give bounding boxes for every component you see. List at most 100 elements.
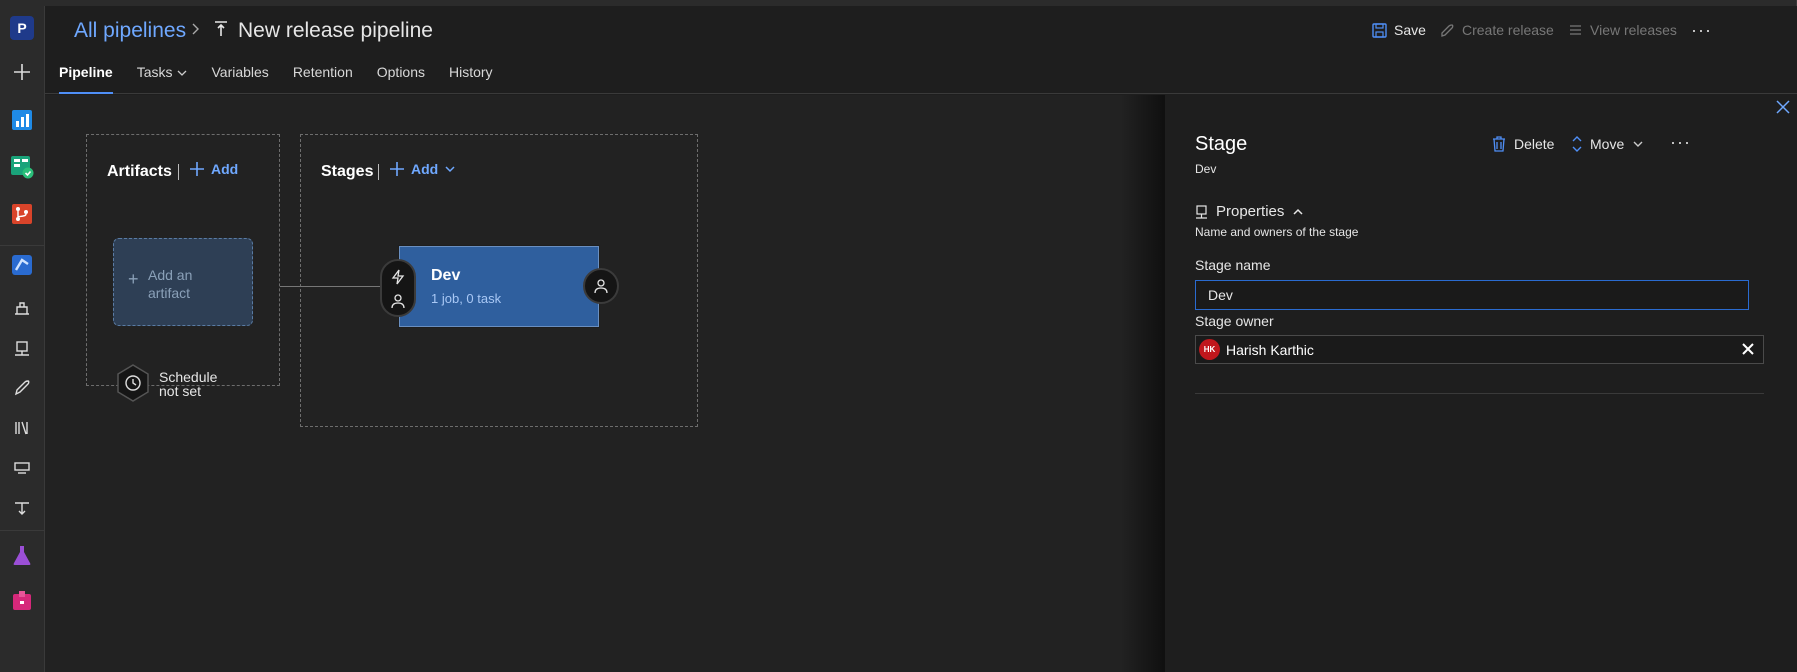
schedule-status[interactable]: Schedule not set [159, 370, 217, 398]
more-actions-icon[interactable]: ··· [1691, 20, 1712, 41]
library-icon[interactable] [8, 414, 36, 442]
add-artifact-label: Add [211, 161, 239, 177]
artifact-stage-connector [280, 286, 380, 287]
builds-icon[interactable] [8, 294, 36, 322]
chevron-down-icon [178, 70, 187, 76]
pipeline-canvas: Artifacts Add + Add an artifact Schedule n… [45, 95, 1165, 672]
stage-properties-panel: Stage Dev Delete Move ··· Properties Nam… [1165, 95, 1797, 672]
stage-summary-link[interactable]: 1 job, 0 task [431, 291, 501, 306]
deployment-groups-icon[interactable] [8, 494, 36, 522]
tab-tasks-label: Tasks [136, 64, 173, 80]
project-avatar[interactable]: P [10, 16, 34, 40]
stage-card-dev[interactable]: Dev 1 job, 0 task [399, 246, 599, 327]
avatar: HK [1199, 339, 1220, 360]
repos-icon[interactable] [8, 200, 36, 228]
trash-icon [1493, 136, 1505, 152]
task-groups-icon[interactable] [8, 454, 36, 482]
tab-pipeline-label: Pipeline [59, 64, 113, 80]
rocket-icon [1441, 23, 1454, 37]
properties-section-toggle[interactable]: Properties [1195, 203, 1304, 220]
panel-more-icon[interactable]: ··· [1670, 132, 1691, 153]
pipelines-icon[interactable] [8, 251, 36, 279]
releases-icon[interactable] [8, 374, 36, 402]
person-icon [594, 279, 608, 294]
environment-icon [1196, 204, 1207, 219]
add-artifact-link[interactable]: Add [189, 161, 238, 177]
move-button[interactable]: Move [1572, 136, 1644, 152]
chevron-right-icon [192, 23, 199, 35]
post-deployment-conditions[interactable] [583, 268, 619, 304]
artifacts-icon[interactable] [8, 587, 36, 615]
rail-divider [0, 245, 45, 246]
schedule-line1: Schedule [159, 369, 218, 385]
properties-title: Properties [1216, 203, 1285, 220]
plus-icon [190, 162, 204, 176]
page-title: New release pipeline [238, 19, 433, 42]
stages-title: Stages [321, 163, 374, 180]
overview-icon[interactable] [8, 106, 36, 134]
header: All pipelines New release pipeline Save … [45, 6, 1797, 94]
add-icon[interactable] [8, 58, 36, 86]
section-divider [1195, 393, 1764, 394]
schedule-icon[interactable] [115, 363, 151, 403]
save-icon [1372, 22, 1387, 38]
tab-pipeline[interactable]: Pipeline [59, 64, 113, 94]
panel-shadow [1120, 95, 1165, 672]
owner-name: Harish Karthic [1226, 342, 1314, 358]
stage-name-input[interactable]: Dev [1195, 280, 1749, 310]
chevron-up-icon [1293, 208, 1303, 215]
tab-variables-label: Variables [211, 64, 269, 80]
move-label: Move [1590, 136, 1625, 152]
tab-history[interactable]: History [449, 64, 493, 94]
add-artifact-line1: Add an [148, 267, 193, 283]
plus-icon [390, 162, 404, 176]
project-initial: P [17, 20, 27, 36]
stage-name: Dev [431, 267, 461, 284]
panel-subtitle: Dev [1195, 162, 1217, 176]
delete-label: Delete [1514, 136, 1555, 152]
tab-retention[interactable]: Retention [293, 64, 353, 94]
title-separator [178, 164, 179, 180]
view-releases-button[interactable]: View releases [1568, 22, 1677, 38]
left-nav-rail: P [0, 0, 45, 672]
tab-tasks[interactable]: Tasks [137, 64, 188, 94]
release-pipeline-icon [215, 21, 227, 36]
rail-divider-2 [0, 530, 45, 531]
close-icon[interactable] [1775, 99, 1791, 115]
properties-description: Name and owners of the stage [1195, 225, 1359, 239]
trigger-icon [391, 269, 405, 285]
list-icon [1570, 24, 1581, 35]
chevron-down-icon [1633, 141, 1643, 147]
save-button[interactable]: Save [1372, 22, 1426, 38]
person-icon [391, 294, 405, 309]
add-artifact-card[interactable]: + Add an artifact [113, 238, 253, 326]
create-release-label: Create release [1462, 22, 1554, 38]
tab-history-label: History [449, 64, 493, 80]
title-separator [378, 164, 379, 180]
clear-owner-icon[interactable] [1741, 342, 1755, 356]
add-stage-label: Add [411, 161, 439, 177]
environments-icon[interactable] [8, 335, 36, 363]
stage-owner-picker[interactable]: HK Harish Karthic [1195, 335, 1764, 364]
chevron-down-icon [445, 166, 455, 173]
add-stage-link[interactable]: Add [389, 161, 456, 177]
schedule-line2: not set [159, 383, 202, 399]
breadcrumb-all-pipelines[interactable]: All pipelines [74, 19, 186, 43]
sort-icon [1572, 136, 1582, 152]
tab-variables[interactable]: Variables [211, 64, 268, 94]
tab-retention-label: Retention [292, 64, 353, 80]
test-plans-icon[interactable] [8, 541, 36, 569]
stage-name-label: Stage name [1195, 257, 1271, 273]
pre-deployment-conditions[interactable] [380, 259, 416, 317]
tab-options[interactable]: Options [377, 64, 425, 94]
add-artifact-line2: artifact [148, 285, 191, 301]
stage-owner-label: Stage owner [1195, 313, 1274, 329]
panel-title: Stage [1195, 133, 1248, 155]
tab-options-label: Options [376, 64, 425, 80]
boards-icon[interactable] [8, 153, 36, 181]
delete-button[interactable]: Delete [1492, 136, 1554, 152]
create-release-button[interactable]: Create release [1440, 22, 1554, 38]
artifacts-title: Artifacts [107, 163, 172, 180]
tab-bar: Pipeline Tasks Variables Retention Optio… [59, 64, 517, 94]
view-releases-label: View releases [1590, 22, 1677, 38]
